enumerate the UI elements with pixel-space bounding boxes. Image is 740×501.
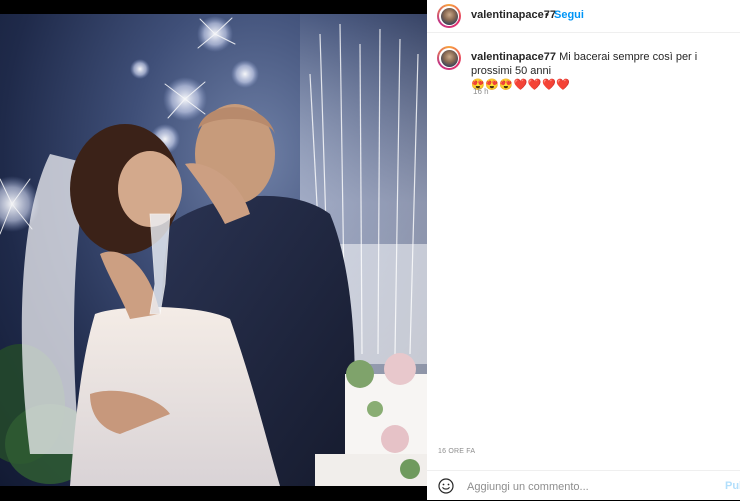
caption: valentinapace77 Mi bacerai sempre così p… [471,50,739,92]
post-side-panel: valentinapace77 • Segui valentinapace77 … [427,0,740,500]
post-header: valentinapace77 • Segui [427,0,740,33]
emoji-smile-icon[interactable] [438,478,454,494]
caption-avatar[interactable] [437,46,461,70]
separator-dot: • [545,9,549,21]
wedding-photo-illustration [0,14,427,486]
comment-bar: Pubblica [427,470,740,501]
post-timestamp[interactable]: 16 ORE FA [438,448,475,455]
avatar[interactable] [437,4,461,28]
profile-picture [440,7,458,25]
caption-username[interactable]: valentinapace77 [471,51,556,63]
follow-button[interactable]: Segui [554,9,584,21]
caption-timestamp[interactable]: 16 h [473,87,489,96]
publish-button[interactable]: Pubblica [725,480,740,492]
comment-input[interactable] [465,477,699,497]
header-username[interactable]: valentinapace77 [471,9,556,21]
post-photo[interactable] [0,14,427,486]
profile-picture [440,49,458,67]
